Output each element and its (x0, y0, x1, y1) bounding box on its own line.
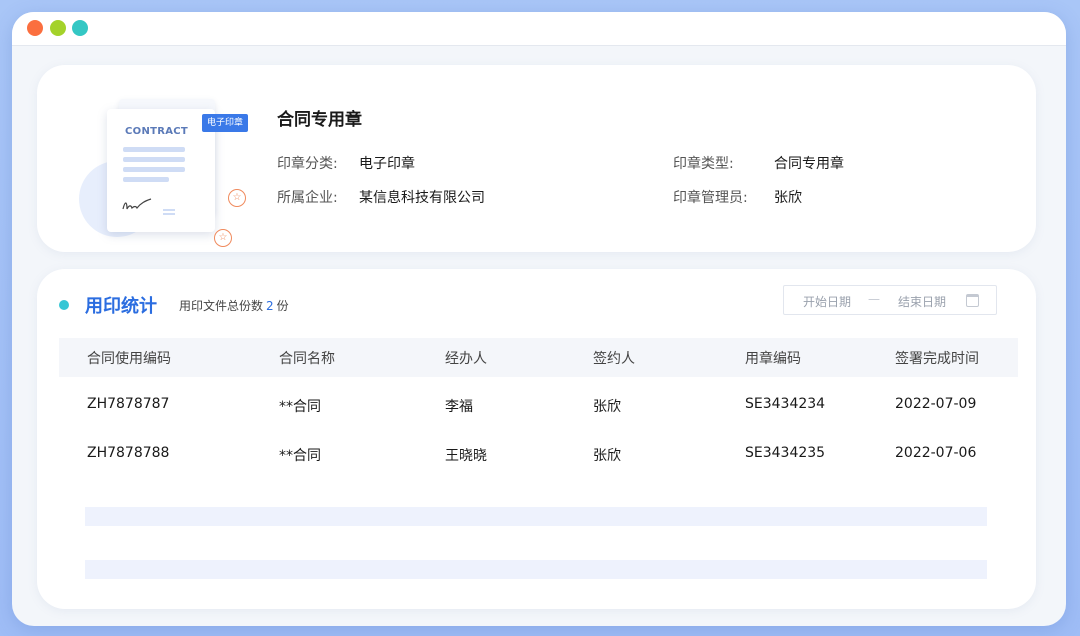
field-value: 电子印章 (359, 156, 415, 172)
field-label: 印章类型: (673, 156, 734, 172)
field-value: 合同专用章 (774, 156, 844, 172)
end-date-input[interactable]: 结束日期 (898, 293, 946, 310)
field-label: 印章分类: (277, 156, 338, 172)
field-label: 印章管理员: (673, 190, 748, 206)
cell-signed-date: 2022-07-09 (895, 396, 977, 412)
seal-stamp-icon: ☆ (228, 189, 246, 207)
column-header: 经办人 (445, 351, 487, 367)
cell-contract-name: **合同 (279, 399, 321, 415)
usage-stats-card: 用印统计 用印文件总份数 2 份 开始日期 — 结束日期 合同使用编码 合同名称 经… (37, 269, 1036, 609)
cell-seal-code: SE3434234 (745, 396, 826, 412)
cell-contract-code: ZH7878787 (87, 396, 170, 412)
cell-contract-code: ZH7878788 (87, 445, 170, 461)
column-header: 用章编码 (745, 351, 801, 367)
date-separator: — (868, 292, 880, 306)
close-window-button[interactable] (27, 20, 43, 36)
e-seal-badge: 电子印章 (202, 114, 249, 132)
total-count-label: 用印文件总份数 2 份 (179, 297, 289, 314)
seal-admin-field: 印章管理员: 张欣 (673, 187, 802, 207)
field-value: 某信息科技有限公司 (359, 190, 485, 206)
app-window: CONTRACT ☆ ☆ 电子印章 合同专用章 印章分类: 电子印章 印章类型:… (12, 12, 1066, 626)
total-count: 2 (266, 299, 274, 313)
cell-handler: 王晓晓 (445, 448, 487, 464)
date-range-picker[interactable]: 开始日期 — 结束日期 (783, 285, 997, 315)
start-date-input[interactable]: 开始日期 (803, 293, 851, 310)
total-suffix: 份 (276, 299, 289, 313)
field-label: 所属企业: (277, 190, 338, 206)
table-header: 合同使用编码 合同名称 经办人 签约人 用章编码 签署完成时间 (59, 338, 1018, 377)
cell-contract-name: **合同 (279, 448, 321, 464)
field-value: 张欣 (774, 190, 802, 206)
paper-line (123, 167, 185, 172)
paper-line (123, 157, 185, 162)
placeholder-row (85, 507, 987, 526)
contract-paper: CONTRACT (107, 109, 215, 232)
cell-signer: 张欣 (593, 399, 621, 415)
enterprise-field: 所属企业: 某信息科技有限公司 (277, 187, 485, 207)
paper-line (123, 177, 169, 182)
seal-category-field: 印章分类: 电子印章 (277, 153, 415, 173)
seal-type-field: 印章类型: 合同专用章 (673, 153, 844, 173)
maximize-window-button[interactable] (72, 20, 88, 36)
title-bar (12, 12, 1066, 46)
table-row[interactable]: ZH7878788 **合同 王晓晓 张欣 SE3434235 2022-07-… (59, 433, 1018, 477)
cell-signer: 张欣 (593, 448, 621, 464)
paper-line (123, 147, 185, 152)
minimize-window-button[interactable] (50, 20, 66, 36)
calendar-icon[interactable] (966, 294, 979, 307)
column-header: 签约人 (593, 351, 635, 367)
cell-seal-code: SE3434235 (745, 445, 826, 461)
sign-line (163, 209, 175, 211)
sign-line (163, 213, 175, 215)
seal-name: 合同专用章 (277, 110, 362, 130)
table-row[interactable]: ZH7878787 **合同 李福 张欣 SE3434234 2022-07-0… (59, 384, 1018, 428)
contract-label: CONTRACT (125, 126, 189, 137)
column-header: 合同使用编码 (87, 351, 171, 367)
signature-icon (122, 198, 152, 210)
cell-signed-date: 2022-07-06 (895, 445, 977, 461)
placeholder-row (85, 560, 987, 579)
contract-illustration: CONTRACT ☆ ☆ 电子印章 (77, 93, 249, 247)
section-title: 用印统计 (85, 296, 157, 317)
seal-stamp-icon: ☆ (214, 229, 232, 247)
cell-handler: 李福 (445, 399, 473, 415)
column-header: 签署完成时间 (895, 351, 979, 367)
column-header: 合同名称 (279, 351, 335, 367)
total-prefix: 用印文件总份数 (179, 299, 264, 313)
section-dot-icon (59, 300, 69, 310)
seal-info-card: CONTRACT ☆ ☆ 电子印章 合同专用章 印章分类: 电子印章 印章类型:… (37, 65, 1036, 252)
